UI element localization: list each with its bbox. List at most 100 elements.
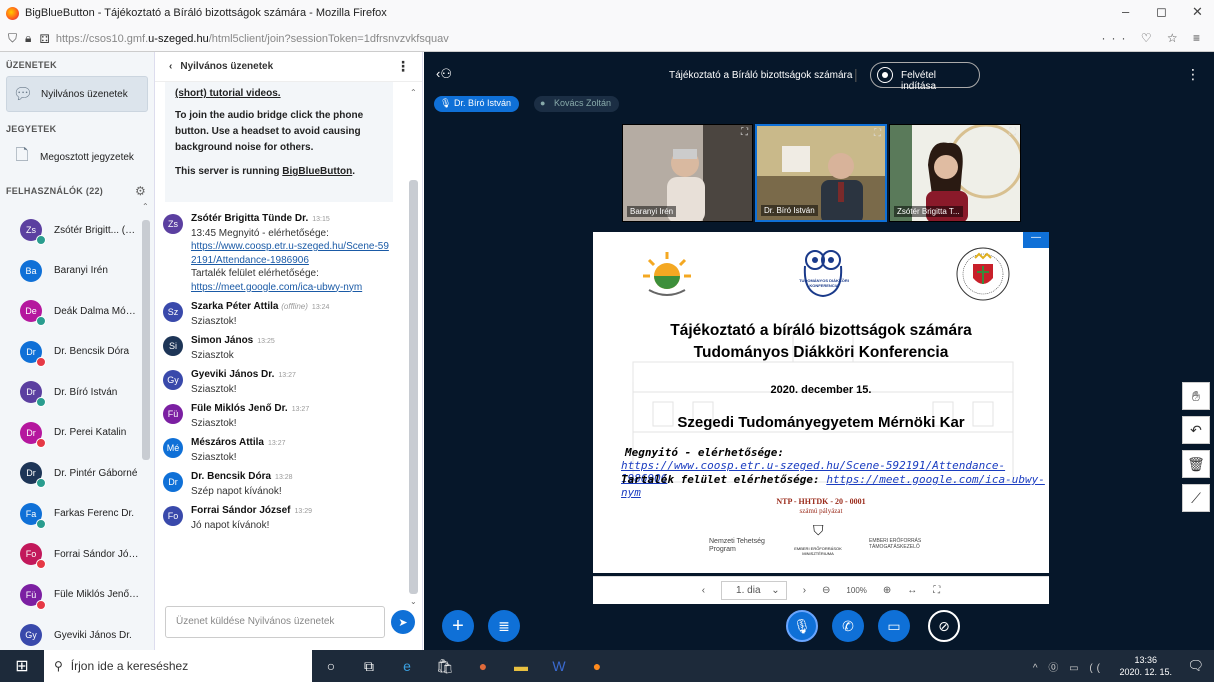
hand-tool-icon[interactable]: ✋︎ [1182, 382, 1210, 410]
window-titlebar: BigBlueButton - Tájékoztató a Bíráló biz… [0, 0, 1214, 26]
message-avatar: Gy [163, 370, 183, 390]
user-list-item[interactable]: Zs Zsótér Brigitt... (Én) [0, 210, 140, 251]
message-avatar: Dr [163, 472, 183, 492]
store-icon[interactable]: 🛍︎ [426, 658, 464, 675]
next-slide-icon[interactable]: › [803, 585, 806, 596]
phone-button[interactable]: ✆ [832, 610, 864, 642]
word-icon[interactable]: W [540, 658, 578, 674]
minimize-icon[interactable]: – [1122, 4, 1129, 19]
message-link[interactable]: https://meet.google.com/ica-ubwy-nym [191, 281, 391, 295]
message-input[interactable]: Üzenet küldése Nyilvános üzenetek [165, 606, 385, 638]
user-list-toggle-icon[interactable]: ‹⚇ [436, 66, 452, 82]
status-dot [36, 397, 46, 408]
lock-icon[interactable]: 🔒︎ [25, 31, 31, 46]
file-explorer-icon[interactable]: ▬ [502, 658, 540, 674]
expand-icon[interactable]: ⛶ [874, 128, 881, 139]
zoom-out-icon[interactable]: ⊖ [822, 585, 830, 596]
kebab-menu-icon[interactable]: ⋮ [396, 58, 410, 75]
expand-icon[interactable]: ⛶ [741, 127, 748, 138]
clear-annotations-icon[interactable]: 🗑︎ [1182, 450, 1210, 478]
slide-heading-1: Tájékoztató a bíráló bizottságok számára [670, 322, 972, 339]
url-text[interactable]: https://csos10.gmf.u-szeged.hu/html5clie… [56, 33, 449, 45]
user-name: Dr. Pintér Gáborné [54, 467, 138, 479]
user-name: Baranyi Irén [54, 265, 108, 277]
status-dot [36, 478, 46, 489]
firefox-taskbar-icon[interactable]: ● [578, 658, 616, 674]
user-list-item[interactable]: Fa Farkas Ferenc Dr. [0, 494, 140, 535]
notes-icon: 🗋︎ [15, 146, 29, 164]
chat-header[interactable]: ‹ Nyilvános üzenetek ⋮ [155, 52, 422, 82]
user-avatar: Gy [20, 624, 42, 647]
welcome-top-line: (short) tutorial videos. [175, 88, 281, 99]
chat-icon: 💬︎ [12, 86, 34, 103]
shared-notes-item[interactable]: 🗋︎ Megosztott jegyzetek [6, 140, 148, 174]
taskbar-search-box[interactable]: ⚲ Írjon ide a kereséshez [44, 650, 312, 682]
message-text: Sziasztok! [191, 315, 237, 327]
zoom-in-icon[interactable]: ⊕ [883, 585, 891, 596]
fit-width-icon[interactable]: ↔ [907, 585, 917, 596]
users-section-header: FELHASZNÁLÓK (22) ⚙ [6, 184, 154, 198]
powerpoint-icon[interactable]: ● [464, 658, 502, 674]
users-section-title: FELHASZNÁLÓK (22) [6, 186, 104, 196]
maximize-icon[interactable]: ◻ [1156, 4, 1167, 20]
bbb-link[interactable]: BigBlueButton [282, 166, 352, 177]
edge-icon[interactable]: e [388, 658, 426, 674]
user-list-item[interactable]: Dr Dr. Bencsik Dóra [0, 332, 140, 373]
user-list-item[interactable]: Dr Dr. Pintér Gáborné [0, 453, 140, 494]
quick-poll-button[interactable]: ≣ [488, 610, 520, 642]
chat-title: Nyilvános üzenetek [180, 61, 274, 72]
user-name: Dr. Bíró István [54, 386, 118, 398]
user-name: Füle Miklós Jenő ... [54, 589, 140, 601]
video-tile[interactable]: ⛶ Baranyi Irén [622, 124, 753, 222]
message-author: Mészáros Attila [191, 437, 264, 448]
previous-slide-icon[interactable]: ‹ [702, 585, 705, 596]
chevron-left-icon[interactable]: ‹ [169, 61, 172, 72]
user-list-item[interactable]: Fü Füle Miklós Jenő ... [0, 575, 140, 616]
close-icon[interactable]: ✕ [1192, 4, 1203, 20]
multi-user-whiteboard-icon[interactable]: ⟋ [1182, 484, 1210, 512]
gear-icon[interactable]: ⚙ [135, 184, 146, 198]
user-list-item[interactable]: Dr Dr. Bíró István [0, 372, 140, 413]
user-list-scrollbar[interactable]: ⌃ ⌄ [140, 202, 152, 654]
screen-share-button[interactable]: ⊘ [928, 610, 960, 642]
user-avatar: Fa [20, 502, 46, 529]
actions-plus-button[interactable]: + [442, 610, 474, 642]
message-author: Forrai Sándor József [191, 505, 291, 516]
system-tray-icons[interactable]: ^ ⓪ ▭ (( [1033, 659, 1104, 674]
status-dot [36, 559, 46, 570]
camera-button[interactable]: ▭ [878, 610, 910, 642]
chat-message: Mé Mészáros Attila 13:27 Sziasztok! [155, 436, 405, 464]
browser-toolbar-icons[interactable]: ··· ♡ ☆ ≡ [1101, 31, 1206, 45]
windows-start-icon[interactable]: ⊞ [0, 656, 44, 676]
cortana-icon[interactable]: ○ [312, 658, 350, 674]
user-list: Zs Zsótér Brigitt... (Én) Ba Baranyi Irén De… [0, 210, 140, 656]
user-list-item[interactable]: Ba Baranyi Irén [0, 251, 140, 292]
shield-icon[interactable]: ⛉ [8, 31, 17, 46]
message-time: 13:28 [275, 474, 293, 481]
video-tile[interactable]: ⛶ Dr. Bíró István [755, 124, 887, 222]
message-link[interactable]: https://www.coosp.etr.u-szeged.hu/Scene-… [191, 240, 391, 267]
taskbar-clock[interactable]: 13:36 2020. 12. 15. [1119, 654, 1172, 678]
task-view-icon[interactable]: ⧉ [350, 658, 388, 675]
notifications-icon[interactable]: 🗨︎ [1187, 658, 1204, 674]
permissions-icon[interactable]: ⚃ [39, 32, 49, 46]
record-button[interactable]: Felvétel indítása [870, 62, 980, 92]
message-time: 13:24 [311, 304, 330, 311]
video-tile[interactable]: ⛶ Zsótér Brigitta T... [889, 124, 1021, 222]
send-button[interactable]: ➤ [391, 610, 415, 634]
user-list-item[interactable]: Dr Dr. Perei Katalin [0, 413, 140, 454]
chat-message: Dr Dr. Bencsik Dóra 13:28 Szép napot kíváno… [155, 470, 405, 498]
user-list-item[interactable]: Fo Forrai Sándor Józ... [0, 534, 140, 575]
chat-scrollbar[interactable]: ⌃ ⌄ [407, 86, 420, 608]
message-text: 13:45 Megnyitó - elérhetősége: [191, 227, 329, 239]
mute-button[interactable]: 🎙︎ [786, 610, 818, 642]
undo-icon[interactable]: ↶ [1182, 416, 1210, 444]
expand-icon[interactable]: ⛶ [1009, 127, 1016, 138]
public-chat-item[interactable]: 💬︎ Nyilvános üzenetek [6, 76, 148, 112]
url-bar[interactable]: ⛉ 🔒︎ ⚃ https://csos10.gmf.u-szeged.hu/ht… [0, 26, 1214, 52]
fullscreen-icon[interactable]: ⛶ [933, 585, 940, 596]
minimize-presentation-button[interactable]: — [1023, 232, 1049, 248]
user-list-item[interactable]: De Deák Dalma Móni... [0, 291, 140, 332]
options-menu-icon[interactable]: ⋮ [1186, 66, 1200, 83]
slide-select[interactable]: 1. dia ⌄ [721, 581, 787, 600]
